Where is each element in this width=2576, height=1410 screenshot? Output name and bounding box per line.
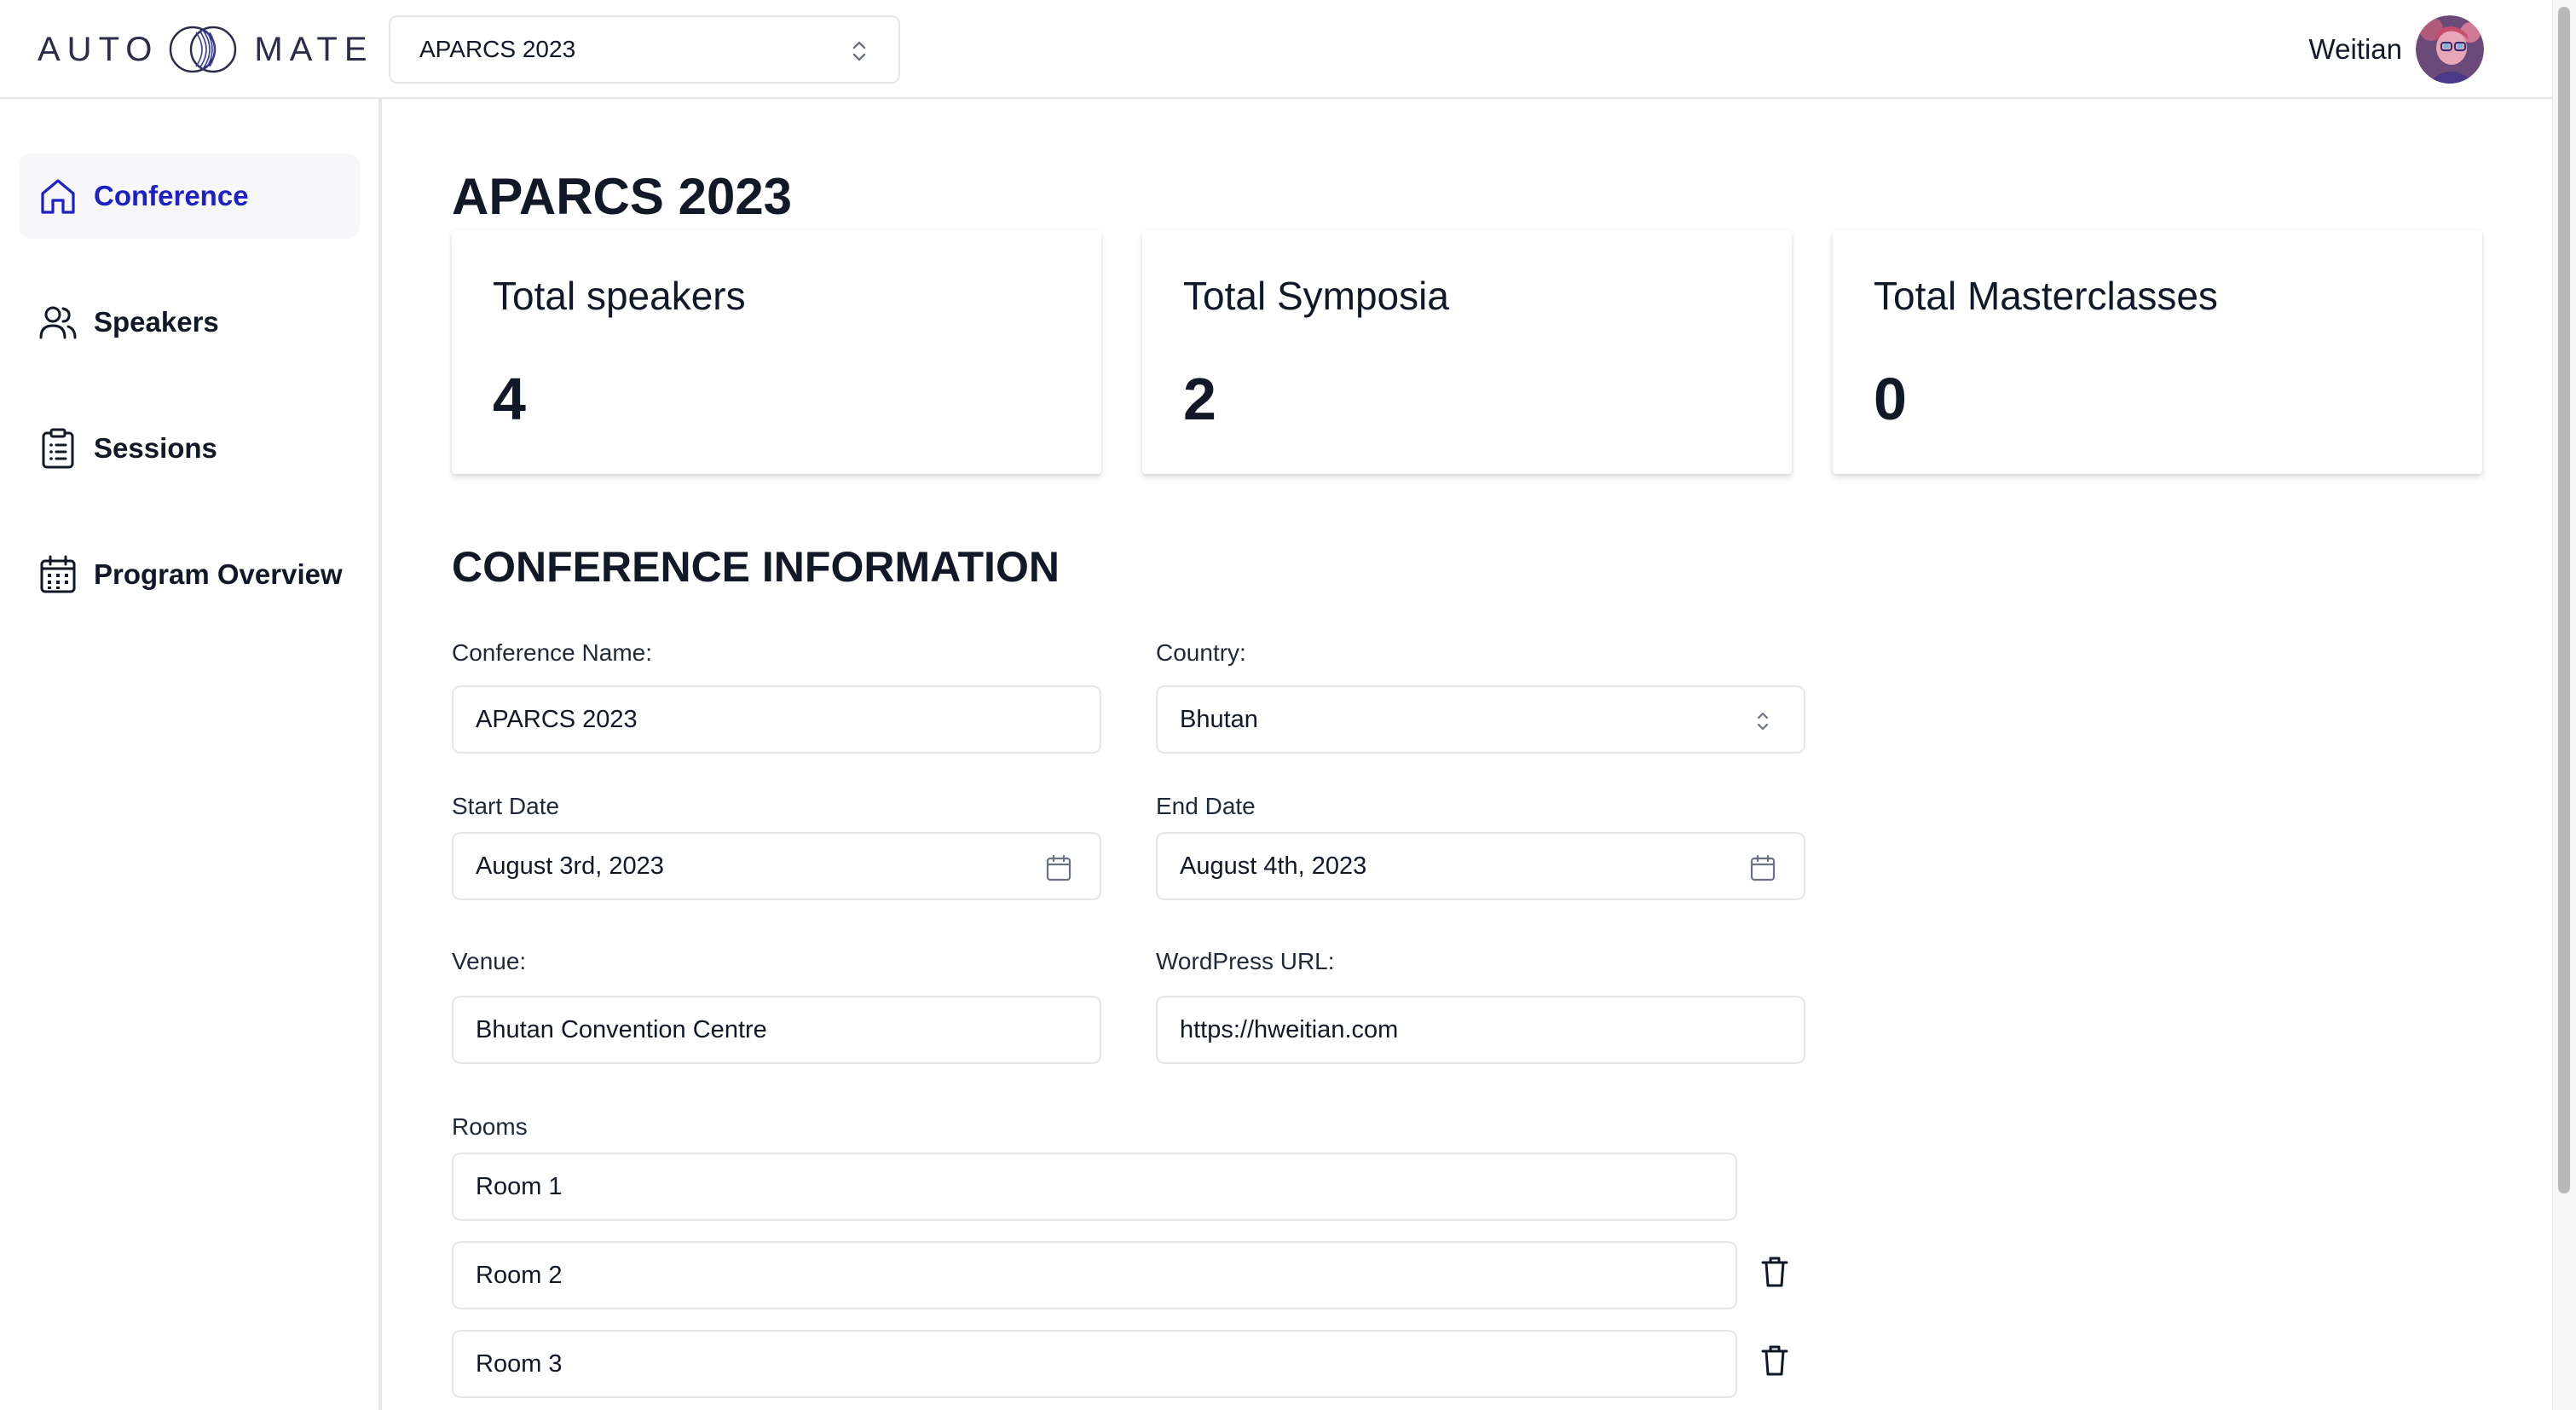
page-scrollbar[interactable] <box>2552 0 2576 1410</box>
country-value: Bhutan <box>1180 705 1258 733</box>
conference-select[interactable]: APARCS 2023 <box>389 15 900 84</box>
delete-room-button[interactable] <box>1758 1342 1792 1379</box>
logo-mark-icon <box>170 26 237 73</box>
users-icon <box>39 302 77 343</box>
stat-card-symposia: Total Symposia 2 <box>1142 230 1792 474</box>
room-input[interactable]: Room 2 <box>452 1241 1737 1309</box>
chevron-up-down-icon <box>852 41 866 61</box>
sidebar: Conference Speakers Sessions Program Ove… <box>0 99 382 1410</box>
top-header: AUTO MATE APARCS 2023 Weitian <box>0 0 2552 99</box>
wordpress-url-value: https://hweitian.com <box>1180 1015 1399 1043</box>
room-value: Room 2 <box>476 1261 563 1289</box>
user-menu[interactable]: Weitian <box>2309 15 2484 84</box>
stat-value: 2 <box>1183 366 1216 432</box>
conference-name-input[interactable]: APARCS 2023 <box>452 685 1101 754</box>
sidebar-item-label: Sessions <box>94 432 217 464</box>
sidebar-item-label: Speakers <box>94 306 219 338</box>
sidebar-item-label: Program Overview <box>94 558 343 590</box>
venue-input[interactable]: Bhutan Convention Centre <box>452 996 1101 1064</box>
room-input[interactable]: Room 1 <box>452 1153 1737 1221</box>
automate-logo[interactable]: AUTO MATE <box>38 24 374 75</box>
logo-text-left: AUTO <box>38 30 159 68</box>
conference-select-value: APARCS 2023 <box>419 36 576 62</box>
venue-label: Venue: <box>452 948 527 974</box>
chevron-up-down-icon <box>1747 704 1778 738</box>
venue-value: Bhutan Convention Centre <box>476 1015 767 1043</box>
delete-room-button[interactable] <box>1758 1253 1792 1291</box>
stat-card-masterclasses: Total Masterclasses 0 <box>1833 230 2482 474</box>
country-label: Country: <box>1156 639 1246 666</box>
room-value: Room 1 <box>476 1172 563 1200</box>
end-date-input[interactable]: August 4th, 2023 <box>1156 832 1805 900</box>
end-date-label: End Date <box>1156 793 1256 819</box>
clipboard-list-icon <box>39 428 77 469</box>
calendar-icon[interactable] <box>1747 851 1778 885</box>
trash-icon <box>1761 1345 1788 1376</box>
wordpress-url-input[interactable]: https://hweitian.com <box>1156 996 1805 1064</box>
room-value: Room 3 <box>476 1349 563 1378</box>
scrollbar-thumb[interactable] <box>2558 7 2570 1193</box>
stat-value: 0 <box>1874 366 1907 432</box>
conference-name-value: APARCS 2023 <box>476 705 638 733</box>
rooms-label: Rooms <box>452 1113 528 1140</box>
home-icon <box>39 176 77 217</box>
stat-label: Total Masterclasses <box>1874 274 2218 318</box>
stat-label: Total Symposia <box>1183 274 1449 318</box>
wordpress-url-label: WordPress URL: <box>1156 948 1335 974</box>
calendar-icon[interactable] <box>1043 851 1074 885</box>
user-name: Weitian <box>2308 33 2402 65</box>
stat-card-speakers: Total speakers 4 <box>452 230 1101 474</box>
room-input[interactable]: Room 3 <box>452 1330 1737 1398</box>
stat-label: Total speakers <box>493 274 746 318</box>
trash-icon <box>1761 1257 1788 1287</box>
sidebar-item-conference[interactable]: Conference <box>19 153 360 239</box>
sidebar-item-program-overview[interactable]: Program Overview <box>19 532 360 617</box>
stat-value: 4 <box>493 366 526 432</box>
avatar[interactable] <box>2416 15 2484 84</box>
start-date-label: Start Date <box>452 793 560 819</box>
country-select[interactable]: Bhutan <box>1156 685 1805 754</box>
conference-name-label: Conference Name: <box>452 639 653 666</box>
avatar-image <box>2416 15 2484 84</box>
start-date-value: August 3rd, 2023 <box>476 852 664 880</box>
calendar-icon <box>39 554 77 595</box>
end-date-value: August 4th, 2023 <box>1180 852 1367 880</box>
sidebar-item-sessions[interactable]: Sessions <box>19 406 360 491</box>
sidebar-item-label: Conference <box>94 180 249 211</box>
start-date-input[interactable]: August 3rd, 2023 <box>452 832 1101 900</box>
logo-text-right: MATE <box>254 30 374 68</box>
sidebar-item-speakers[interactable]: Speakers <box>19 280 360 365</box>
section-title: CONFERENCE INFORMATION <box>452 543 1060 591</box>
page-title: APARCS 2023 <box>452 168 793 225</box>
